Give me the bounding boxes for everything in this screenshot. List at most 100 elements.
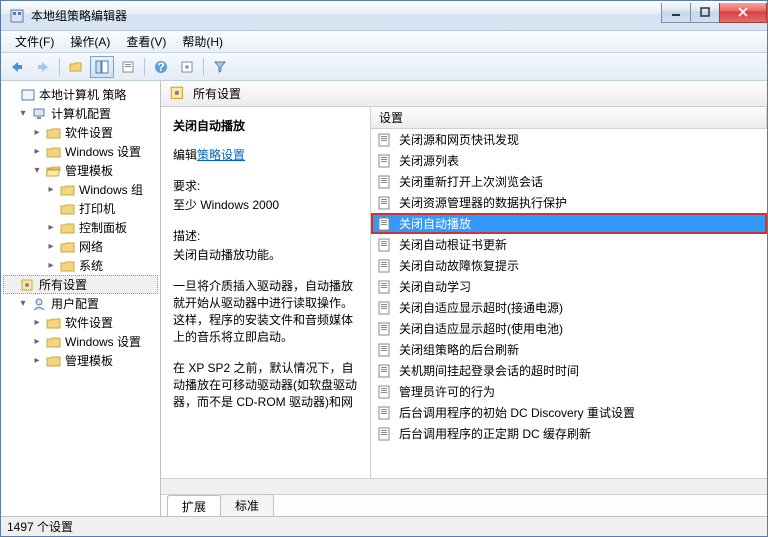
nav-tree[interactable]: 本地计算机 策略 ▾计算机配置 ▸软件设置 ▸Windows 设置 ▾管理模板 … <box>1 81 161 516</box>
folder-icon <box>46 126 62 140</box>
policy-item-icon <box>377 153 393 169</box>
tree-user-software[interactable]: ▸软件设置 <box>3 313 158 332</box>
titlebar[interactable]: 本地组策略编辑器 <box>1 1 767 31</box>
menu-file[interactable]: 文件(F) <box>7 31 62 52</box>
tree-root[interactable]: 本地计算机 策略 <box>3 85 158 104</box>
policy-item-icon <box>377 426 393 442</box>
main-body: 关闭自动播放 编辑策略设置 要求: 至少 Windows 2000 描述: 关闭… <box>161 107 767 478</box>
list-header: 设置 <box>371 107 767 129</box>
description-section: 描述: 关闭自动播放功能。 <box>173 227 358 263</box>
toolbar-separator <box>203 58 204 76</box>
up-button[interactable] <box>64 56 88 78</box>
folder-icon <box>46 316 62 330</box>
list-item[interactable]: 后台调用程序的初始 DC Discovery 重试设置 <box>371 402 767 423</box>
main-title: 所有设置 <box>193 85 241 102</box>
policy-item-icon <box>377 363 393 379</box>
tree-windows-settings[interactable]: ▸Windows 设置 <box>3 142 158 161</box>
folder-icon <box>60 202 76 216</box>
policy-item-icon <box>377 258 393 274</box>
folder-icon <box>60 221 76 235</box>
window-title: 本地组策略编辑器 <box>31 7 662 24</box>
list-item[interactable]: 关闭自动故障恢复提示 <box>371 255 767 276</box>
toolbar: ? <box>1 53 767 81</box>
tree-printers[interactable]: 打印机 <box>3 199 158 218</box>
list-item[interactable]: 关闭自适应显示超时(接通电源) <box>371 297 767 318</box>
settings-list: 设置 关闭源和网页快讯发现关闭源列表关闭重新打开上次浏览会话关闭资源管理器的数据… <box>371 107 767 478</box>
menu-action[interactable]: 操作(A) <box>62 31 118 52</box>
status-text: 1497 个设置 <box>7 518 73 535</box>
forward-button[interactable] <box>31 56 55 78</box>
list-item[interactable]: 管理员许可的行为 <box>371 381 767 402</box>
column-settings[interactable]: 设置 <box>371 107 767 128</box>
requirements-section: 要求: 至少 Windows 2000 <box>173 177 358 213</box>
toolbar-separator <box>144 58 145 76</box>
tree-windows-components[interactable]: ▸Windows 组 <box>3 180 158 199</box>
user-icon <box>32 297 48 311</box>
list-item[interactable]: 关闭自适应显示超时(使用电池) <box>371 318 767 339</box>
properties-button[interactable] <box>116 56 140 78</box>
edit-policy-link[interactable]: 策略设置 <box>197 148 245 162</box>
folder-icon <box>46 145 62 159</box>
tree-software-settings[interactable]: ▸软件设置 <box>3 123 158 142</box>
folder-open-icon <box>46 164 62 178</box>
tree-admin-templates[interactable]: ▾管理模板 <box>3 161 158 180</box>
horizontal-scrollbar[interactable] <box>161 478 767 494</box>
tree-user-windows[interactable]: ▸Windows 设置 <box>3 332 158 351</box>
minimize-button[interactable] <box>661 3 691 23</box>
detail-title: 关闭自动播放 <box>173 117 358 134</box>
list-item[interactable]: 关闭资源管理器的数据执行保护 <box>371 192 767 213</box>
show-tree-button[interactable] <box>90 56 114 78</box>
gpedit-window: 本地组策略编辑器 文件(F) 操作(A) 查看(V) 帮助(H) ? 本地计算机… <box>0 0 768 537</box>
policy-item-icon <box>377 321 393 337</box>
folder-icon <box>46 354 62 368</box>
policy-item-icon <box>377 279 393 295</box>
help-button[interactable]: ? <box>149 56 173 78</box>
folder-icon <box>60 259 76 273</box>
list-body[interactable]: 关闭源和网页快讯发现关闭源列表关闭重新打开上次浏览会话关闭资源管理器的数据执行保… <box>371 129 767 478</box>
settings-icon <box>169 85 187 103</box>
policy-item-icon <box>377 132 393 148</box>
tab-standard[interactable]: 标准 <box>220 494 274 516</box>
menu-help[interactable]: 帮助(H) <box>174 31 231 52</box>
app-icon <box>9 8 25 24</box>
back-button[interactable] <box>5 56 29 78</box>
policy-item-icon <box>377 384 393 400</box>
list-item[interactable]: 关闭自动播放 <box>371 213 767 234</box>
main-panel: 所有设置 关闭自动播放 编辑策略设置 要求: 至少 Windows 2000 描… <box>161 81 767 516</box>
maximize-button[interactable] <box>690 3 720 23</box>
main-header: 所有设置 <box>161 81 767 107</box>
edit-section: 编辑策略设置 <box>173 146 358 163</box>
list-item[interactable]: 关闭源列表 <box>371 150 767 171</box>
computer-icon <box>32 107 48 121</box>
policy-item-icon <box>377 195 393 211</box>
filter-button[interactable] <box>208 56 232 78</box>
list-item[interactable]: 关闭组策略的后台刷新 <box>371 339 767 360</box>
policy-item-icon <box>377 237 393 253</box>
tab-extended[interactable]: 扩展 <box>167 495 221 516</box>
list-item[interactable]: 关闭自动根证书更新 <box>371 234 767 255</box>
tree-all-settings[interactable]: 所有设置 <box>3 275 158 294</box>
menu-view[interactable]: 查看(V) <box>118 31 174 52</box>
policy-item-icon <box>377 405 393 421</box>
tree-network[interactable]: ▸网络 <box>3 237 158 256</box>
tree-user-config[interactable]: ▾用户配置 <box>3 294 158 313</box>
policy-item-icon <box>377 174 393 190</box>
tabs: 扩展 标准 <box>161 494 767 516</box>
tree-system[interactable]: ▸系统 <box>3 256 158 275</box>
tree-control-panel[interactable]: ▸控制面板 <box>3 218 158 237</box>
list-item[interactable]: 关闭重新打开上次浏览会话 <box>371 171 767 192</box>
list-item[interactable]: 关闭自动学习 <box>371 276 767 297</box>
tree-user-admin[interactable]: ▸管理模板 <box>3 351 158 370</box>
window-buttons <box>662 3 767 23</box>
list-item[interactable]: 关闭源和网页快讯发现 <box>371 129 767 150</box>
settings-icon <box>20 278 36 292</box>
export-button[interactable] <box>175 56 199 78</box>
content-area: 本地计算机 策略 ▾计算机配置 ▸软件设置 ▸Windows 设置 ▾管理模板 … <box>1 81 767 516</box>
list-item[interactable]: 后台调用程序的正定期 DC 缓存刷新 <box>371 423 767 444</box>
list-item[interactable]: 关机期间挂起登录会话的超时时间 <box>371 360 767 381</box>
toolbar-separator <box>59 58 60 76</box>
tree-computer-config[interactable]: ▾计算机配置 <box>3 104 158 123</box>
close-button[interactable] <box>719 3 767 23</box>
folder-icon <box>60 183 76 197</box>
policy-item-icon <box>377 300 393 316</box>
